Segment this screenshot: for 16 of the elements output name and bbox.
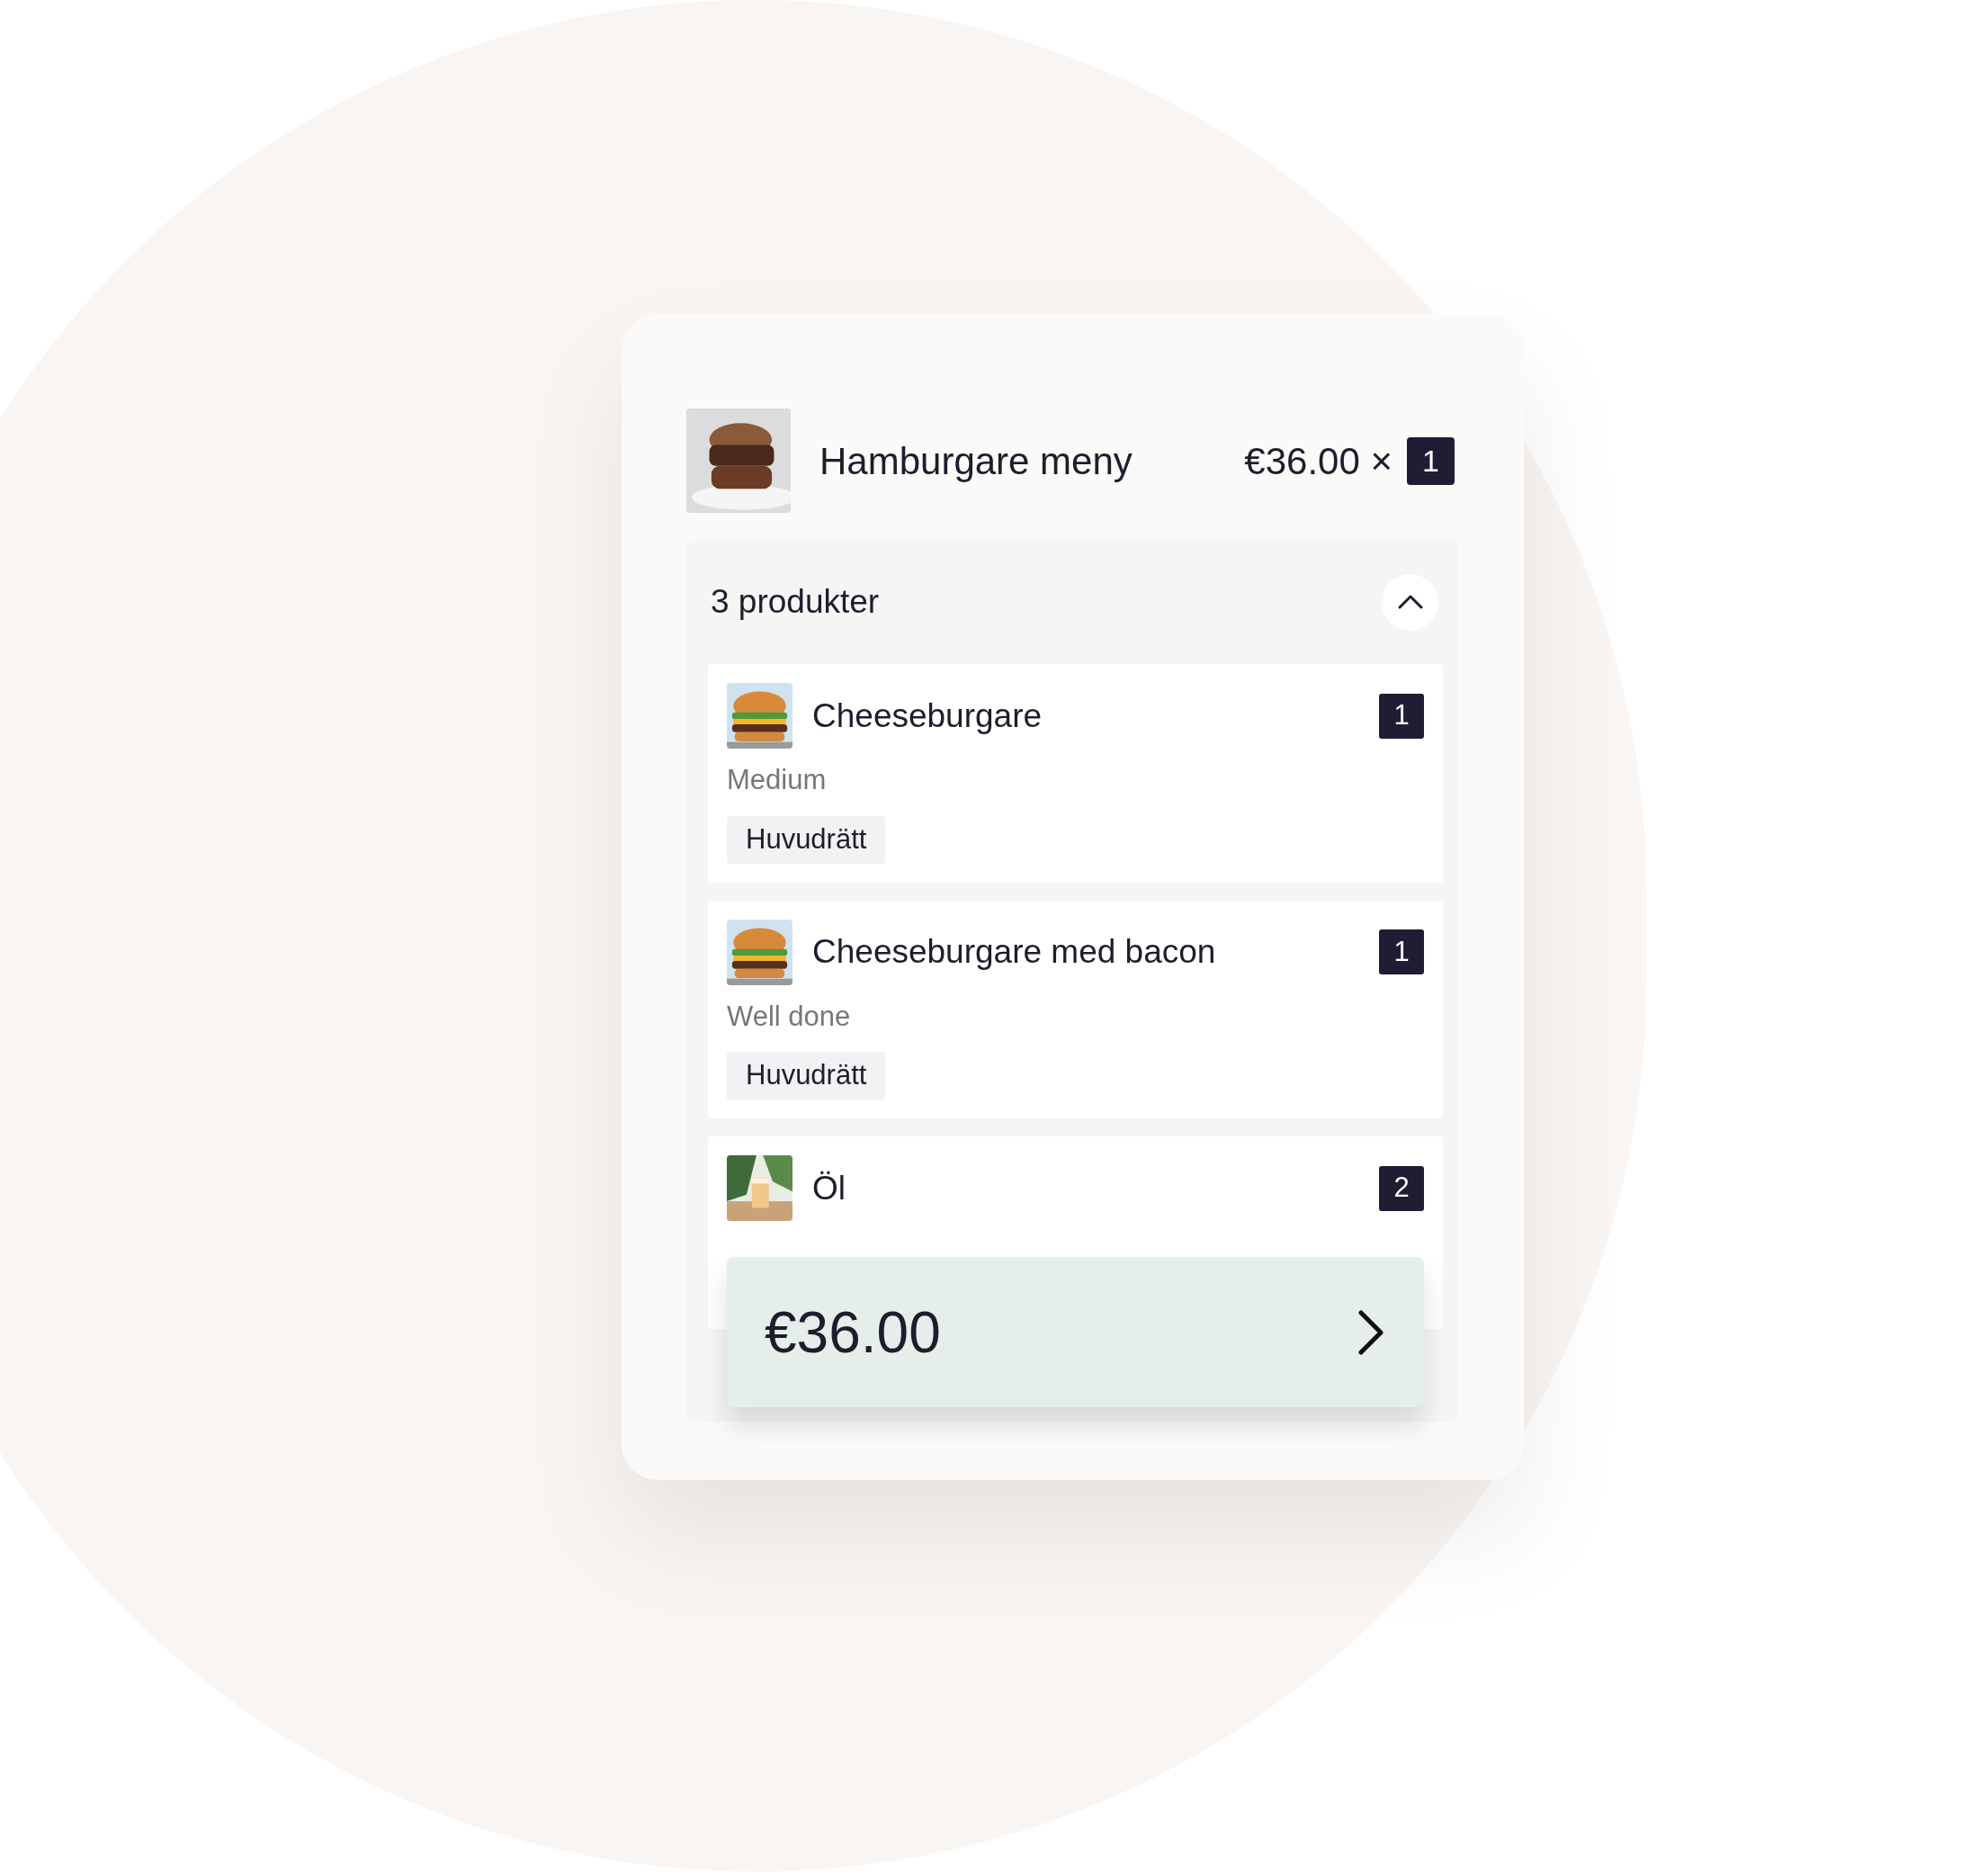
product-option: Well done xyxy=(727,995,1424,1037)
product-name: Cheeseburgare med bacon xyxy=(812,932,1216,973)
category-tag: Huvudrätt xyxy=(727,1052,886,1100)
checkout-button[interactable]: €36.00 xyxy=(727,1257,1424,1407)
product-name: Cheeseburgare xyxy=(812,696,1043,736)
quantity-badge: 1 xyxy=(1407,436,1455,485)
order-title: Hamburgare meny xyxy=(819,438,1133,484)
quantity-badge: 1 xyxy=(1379,929,1424,974)
product-option: Medium xyxy=(727,759,1424,802)
quantity-badge: 1 xyxy=(1379,693,1424,739)
product-name: Öl xyxy=(812,1168,846,1208)
order-price: €36.00 × xyxy=(1244,438,1392,484)
chevron-right-icon xyxy=(1356,1308,1386,1356)
products-summary: 3 produkter xyxy=(711,582,880,623)
category-tag: Huvudrätt xyxy=(727,815,886,864)
quantity-badge: 2 xyxy=(1379,1165,1424,1211)
